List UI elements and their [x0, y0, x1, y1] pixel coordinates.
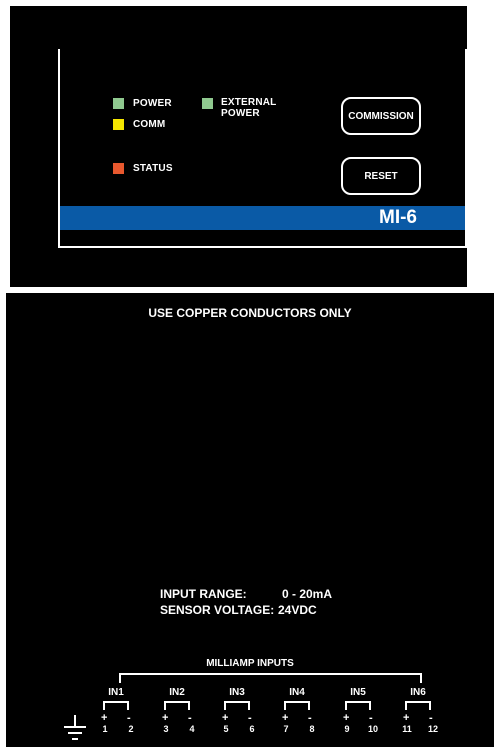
status-led-label: STATUS [133, 163, 173, 174]
comm-led [113, 119, 124, 130]
comm-led-label: COMM [133, 119, 166, 130]
plus-sign: + [162, 712, 169, 724]
model-label: MI-6 [379, 207, 417, 228]
channel-bracket [405, 701, 431, 710]
plus-sign: + [101, 712, 108, 724]
terminal-number[interactable]: 4 [185, 724, 199, 734]
milliamp-inputs-title: MILLIAMP INPUTS [206, 658, 294, 669]
terminal-number[interactable]: 10 [366, 724, 380, 734]
external-power-label-line2: POWER [221, 108, 260, 119]
terminal-number[interactable]: 7 [279, 724, 293, 734]
channel-bracket [284, 701, 310, 710]
terminal-number[interactable]: 6 [245, 724, 259, 734]
external-power-label: EXTERNAL POWER [221, 97, 277, 119]
minus-sign: - [188, 712, 192, 724]
channel-label: IN1 [108, 687, 124, 698]
channel-bracket [164, 701, 190, 710]
commission-button[interactable]: COMMISSION [341, 97, 421, 135]
minus-sign: - [308, 712, 312, 724]
faceplate-frame: POWER COMM EXTERNAL POWER STATUS COMMISS… [58, 49, 467, 248]
plus-sign: + [343, 712, 350, 724]
reset-button[interactable]: RESET [341, 157, 421, 195]
milliamp-inputs-bracket [119, 673, 422, 683]
terminal-panel: USE COPPER CONDUCTORS ONLY INPUT RANGE: … [6, 293, 494, 747]
minus-sign: - [369, 712, 373, 724]
channel-label: IN6 [410, 687, 426, 698]
minus-sign: - [429, 712, 433, 724]
control-panel: POWER COMM EXTERNAL POWER STATUS COMMISS… [10, 6, 467, 287]
input-range-value: 0 - 20mA [282, 587, 333, 601]
model-band: MI-6 [60, 206, 465, 230]
minus-sign: - [248, 712, 252, 724]
channel-label: IN5 [350, 687, 366, 698]
terminal-number[interactable]: 2 [124, 724, 138, 734]
sensor-voltage-label: SENSOR VOLTAGE: [160, 603, 275, 617]
terminal-number[interactable]: 11 [400, 724, 414, 734]
terminal-number[interactable]: 8 [305, 724, 319, 734]
channel-bracket [224, 701, 250, 710]
plus-sign: + [282, 712, 289, 724]
power-led [113, 98, 124, 109]
channel-label: IN2 [169, 687, 185, 698]
channel-label: IN4 [289, 687, 305, 698]
external-power-led [202, 98, 213, 109]
sensor-voltage-value: 24VDC [278, 603, 317, 617]
plus-sign: + [403, 712, 410, 724]
terminal-number[interactable]: 1 [98, 724, 112, 734]
power-led-label: POWER [133, 98, 172, 109]
minus-sign: - [127, 712, 131, 724]
channel-label: IN3 [229, 687, 245, 698]
channel-bracket [103, 701, 129, 710]
input-range-label: INPUT RANGE: [160, 587, 247, 601]
terminal-number[interactable]: 5 [219, 724, 233, 734]
external-power-label-line1: EXTERNAL [221, 97, 277, 108]
status-led [113, 163, 124, 174]
channel-bracket [345, 701, 371, 710]
terminal-number[interactable]: 9 [340, 724, 354, 734]
ground-icon [64, 715, 86, 740]
plus-sign: + [222, 712, 229, 724]
copper-warning: USE COPPER CONDUCTORS ONLY [148, 306, 352, 320]
terminal-number[interactable]: 12 [426, 724, 440, 734]
terminal-number[interactable]: 3 [159, 724, 173, 734]
